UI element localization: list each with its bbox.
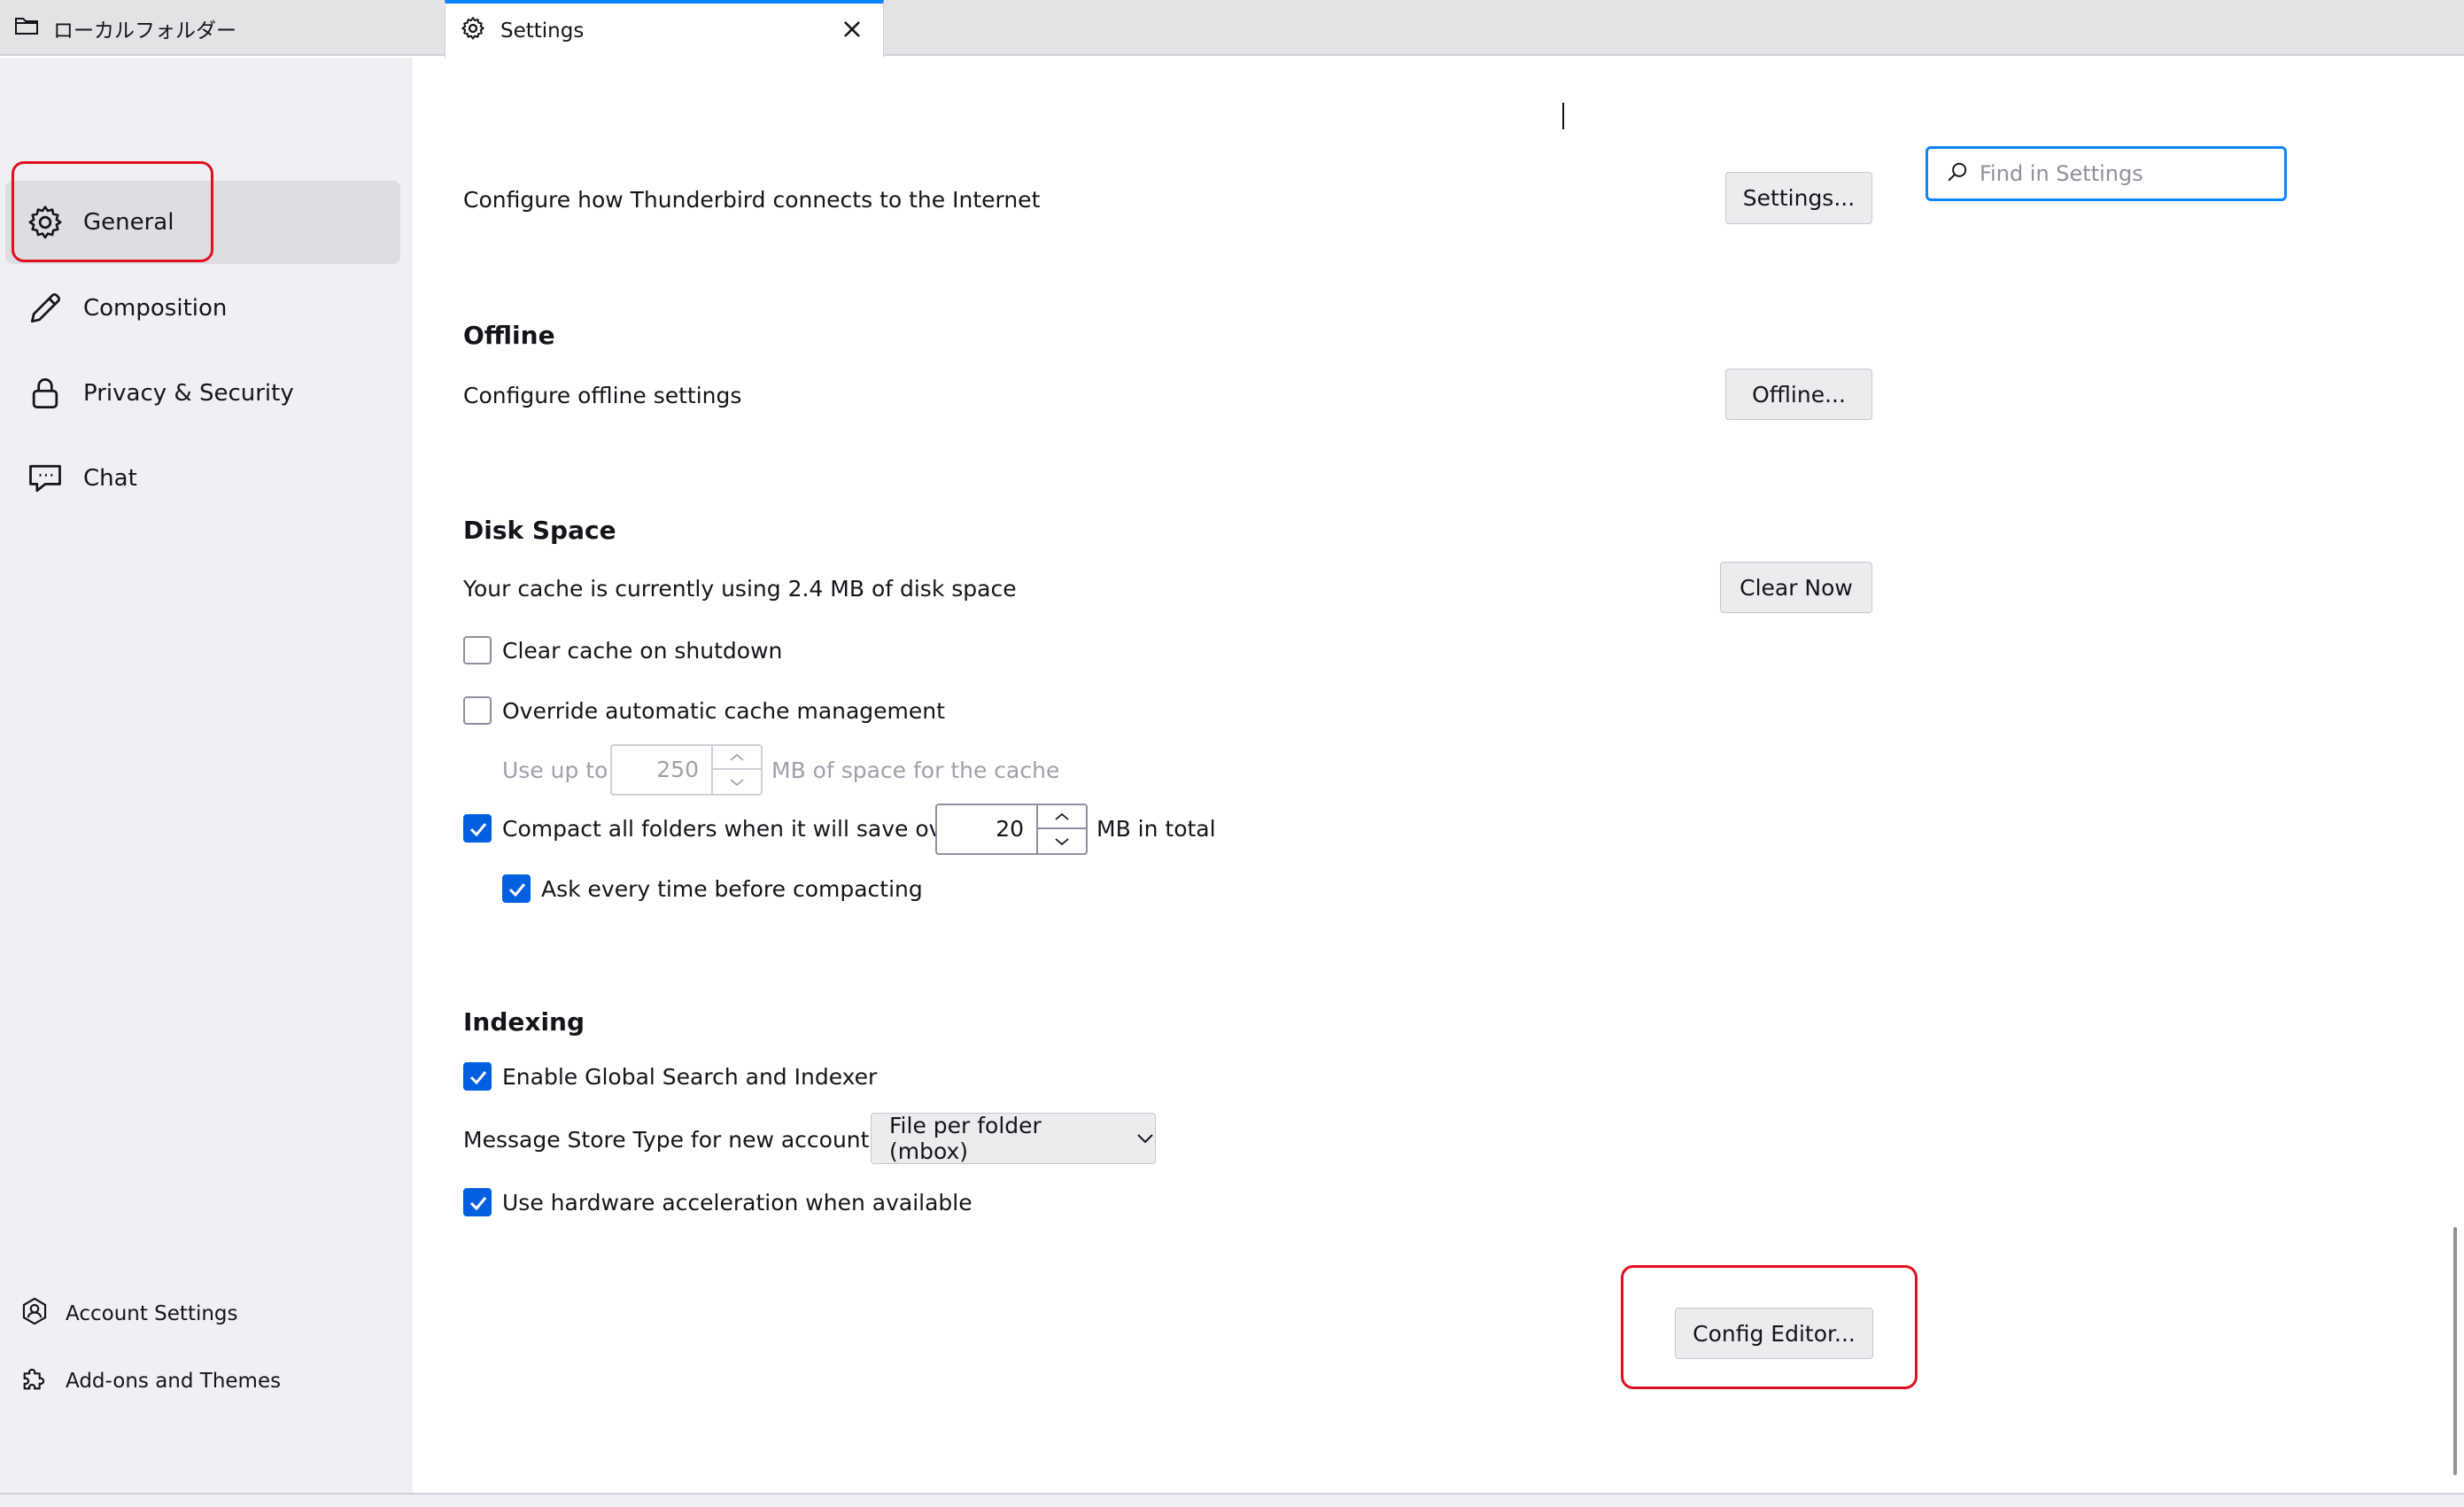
chevron-up-icon[interactable] (713, 746, 761, 770)
chat-icon (25, 458, 66, 499)
scrollbar[interactable] (2453, 1227, 2457, 1475)
compact-threshold-stepper[interactable]: 20 (935, 804, 1088, 855)
cache-size-stepper[interactable]: 250 (610, 744, 763, 796)
offline-button[interactable]: Offline... (1725, 369, 1872, 420)
chevron-down-icon (1135, 1132, 1155, 1145)
config-editor-highlight-box (1621, 1265, 1918, 1389)
sidebar-item-chat[interactable]: Chat (5, 437, 400, 520)
ask-before-compact-checkbox[interactable] (502, 874, 531, 903)
global-search-label: Enable Global Search and Indexer (502, 1064, 878, 1090)
tab-settings[interactable]: Settings (445, 0, 884, 58)
sidebar-item-label: Add-ons and Themes (66, 1370, 282, 1393)
find-in-settings[interactable] (1925, 146, 2287, 201)
ask-before-compact-label: Ask every time before compacting (541, 876, 923, 902)
sidebar-item-label: Privacy & Security (83, 380, 294, 407)
offline-description: Configure offline settings (463, 383, 742, 408)
tab-local-folders[interactable]: ローカルフォルダー (0, 0, 443, 56)
sidebar-item-label: Account Settings (66, 1302, 238, 1325)
compact-folders-checkbox[interactable] (463, 814, 492, 843)
lock-icon (25, 373, 66, 414)
override-cache-label: Override automatic cache management (502, 698, 945, 724)
search-icon (1946, 160, 1969, 187)
tab-strip: ローカルフォルダー Settings (0, 0, 2464, 58)
store-type-label: Message Store Type for new accounts: (463, 1127, 888, 1153)
sidebar-item-label: Composition (83, 295, 228, 322)
indexing-heading: Indexing (463, 1007, 585, 1037)
compact-threshold-suffix: MB in total (1096, 816, 1216, 842)
compact-threshold-value: 20 (996, 816, 1024, 842)
scroll-clip (413, 56, 1918, 199)
global-search-checkbox[interactable] (463, 1062, 492, 1091)
cache-size-suffix: MB of space for the cache (771, 757, 1060, 783)
close-icon[interactable] (837, 14, 867, 44)
clear-now-button[interactable]: Clear Now (1720, 562, 1872, 613)
gear-icon (460, 15, 486, 47)
tab-label: Settings (500, 19, 585, 43)
use-up-to-label: Use up to (502, 757, 608, 783)
puzzle-icon (19, 1363, 50, 1399)
pencil-icon (25, 288, 66, 329)
store-type-value: File per folder (mbox) (889, 1113, 1042, 1164)
clear-on-shutdown-label: Clear cache on shutdown (502, 638, 783, 664)
cache-size-value: 250 (656, 757, 699, 782)
sidebar-item-privacy-security[interactable]: Privacy & Security (5, 352, 400, 435)
sidebar-item-label: Chat (83, 465, 137, 492)
tab-label: ローカルフォルダー (53, 19, 236, 43)
offline-heading: Offline (463, 321, 555, 350)
chevron-down-icon[interactable] (713, 770, 761, 794)
sidebar-item-account-settings[interactable]: Account Settings (19, 1296, 238, 1332)
folder-icon (14, 15, 39, 42)
cache-usage-text: Your cache is currently using 2.4 MB of … (463, 576, 1017, 602)
stepper-arrows (1036, 805, 1086, 853)
sidebar-item-addons-themes[interactable]: Add-ons and Themes (19, 1363, 281, 1399)
general-highlight-box (12, 161, 213, 262)
compact-folders-label: Compact all folders when it will save ov… (502, 816, 965, 842)
status-bar (0, 1493, 2464, 1507)
account-icon (19, 1296, 50, 1332)
chevron-down-icon[interactable] (1038, 829, 1086, 853)
override-cache-checkbox[interactable] (463, 696, 492, 725)
chevron-up-icon[interactable] (1038, 805, 1086, 829)
sidebar: General Composition Privacy & Security C… (0, 58, 413, 1493)
store-type-select[interactable]: File per folder (mbox) (871, 1113, 1156, 1164)
hardware-accel-checkbox[interactable] (463, 1188, 492, 1216)
hardware-accel-label: Use hardware acceleration when available (502, 1190, 972, 1216)
disk-space-heading: Disk Space (463, 516, 616, 545)
sidebar-item-composition[interactable]: Composition (5, 267, 400, 350)
stepper-arrows (711, 746, 761, 794)
search-input[interactable] (1980, 161, 2281, 186)
clear-on-shutdown-checkbox[interactable] (463, 636, 492, 664)
